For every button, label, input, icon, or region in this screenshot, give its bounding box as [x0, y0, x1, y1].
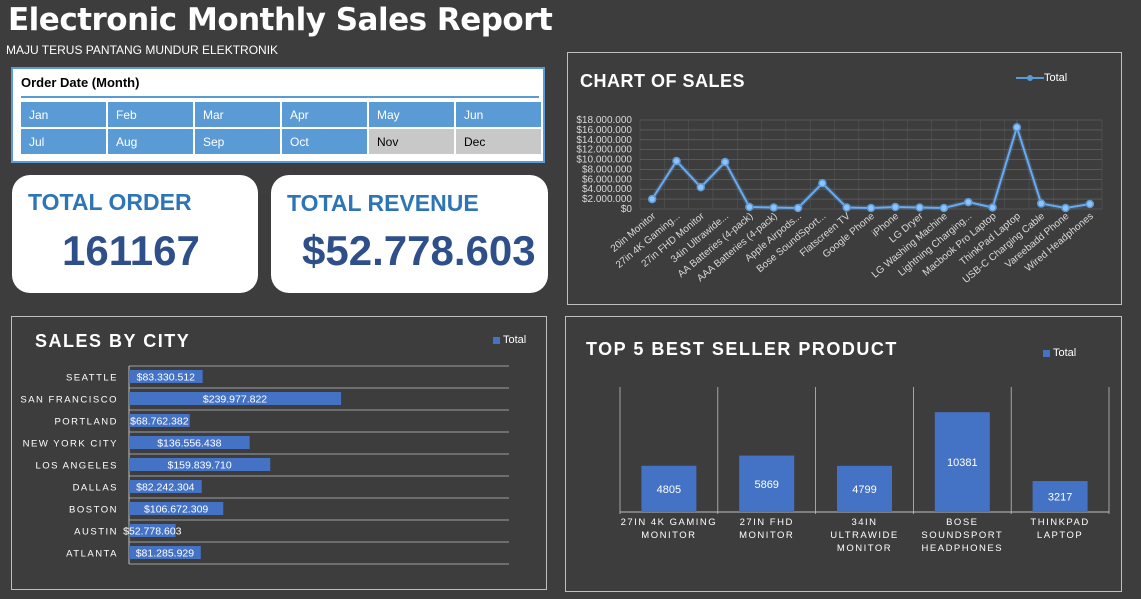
category-label: PORTLAND	[54, 417, 118, 428]
bar-value-label: $106.672.309	[144, 504, 208, 516]
month-button-oct[interactable]: Oct	[282, 129, 367, 154]
category-label: SAN FRANCISCO	[20, 395, 118, 406]
bar-value-label: $52.778.603	[123, 526, 182, 538]
y-tick-label: $8.000.000	[582, 164, 632, 175]
y-tick-label: $0	[621, 204, 633, 215]
y-tick-label: $6.000.000	[582, 174, 632, 185]
month-button-jan[interactable]: Jan	[21, 102, 106, 127]
category-label: 27IN FHD	[740, 517, 794, 528]
total-revenue-label: TOTAL REVENUE	[287, 190, 479, 216]
month-button-apr[interactable]: Apr	[282, 102, 367, 127]
y-tick-label: $12.000.000	[576, 145, 632, 156]
month-button-dec[interactable]: Dec	[456, 129, 541, 154]
category-label: HEADPHONES	[922, 543, 1004, 554]
y-tick-label: $16.000.000	[576, 125, 632, 136]
category-label: 27IN 4K GAMING	[621, 517, 718, 528]
data-point	[720, 157, 730, 167]
month-button-feb[interactable]: Feb	[108, 102, 193, 127]
category-label: LAPTOP	[1037, 530, 1083, 541]
category-label: THINKPAD	[1030, 517, 1089, 528]
category-label: 34IN	[851, 517, 877, 528]
month-button-jul[interactable]: Jul	[21, 129, 106, 154]
data-point	[672, 156, 681, 166]
bar-value-label: 10381	[947, 457, 978, 469]
total-order-card: TOTAL ORDER 161167	[12, 175, 258, 293]
data-point	[818, 179, 827, 188]
category-label: MONITOR	[739, 530, 794, 541]
slicer-month-grid: Jan Feb Mar Apr May Jun Jul Aug Sep Oct Nov Dec	[21, 102, 541, 154]
data-point	[1085, 199, 1095, 209]
month-slicer: Order Date (Month) Jan Feb Mar Apr May Jun Jul…	[11, 67, 545, 163]
bar-value-label: 5869	[754, 479, 778, 491]
data-point	[866, 203, 876, 213]
data-point	[1012, 123, 1022, 132]
category-label: MONITOR	[641, 530, 696, 541]
bar-value-label: 4799	[852, 484, 876, 496]
data-point	[988, 203, 997, 212]
month-button-aug[interactable]: Aug	[108, 129, 193, 154]
total-revenue-card: TOTAL REVENUE $52.778.603	[271, 175, 548, 293]
y-tick-label: $14.000.000	[576, 135, 632, 146]
chart-of-sales-panel: CHART OF SALES Total $0 $2.000.000 $4.000.…	[567, 52, 1122, 305]
city-chart-svg: $83.330.512 SEATTLE $239.977.822 SAN FRANCI…	[20, 365, 509, 565]
category-label: AUSTIN	[74, 527, 118, 538]
bar-value-label: 3217	[1048, 492, 1072, 504]
month-button-nov[interactable]: Nov	[369, 129, 454, 154]
data-point	[915, 203, 924, 212]
data-point	[793, 203, 803, 213]
category-label: BOSE	[946, 517, 978, 528]
data-point	[769, 203, 778, 212]
data-point	[647, 194, 657, 204]
bar-value-label: $136.556.438	[157, 438, 221, 450]
total-order-label: TOTAL ORDER	[28, 189, 192, 215]
month-button-sep[interactable]: Sep	[195, 129, 280, 154]
month-button-mar[interactable]: Mar	[195, 102, 280, 127]
bar-value-label: $83.330.512	[137, 372, 196, 384]
data-point	[745, 202, 754, 212]
y-tick-label: $2.000.000	[582, 194, 632, 205]
line-chart-svg: $0$2.000.000$4.000.000$6.000.000$8.000.0…	[576, 115, 1103, 286]
bar-value-label: 4805	[657, 484, 681, 496]
slicer-title: Order Date (Month)	[21, 75, 539, 98]
bar-value-label: $159.839.710	[168, 460, 232, 472]
data-point	[696, 182, 706, 192]
month-button-jun[interactable]: Jun	[456, 102, 541, 127]
y-tick-label: $4.000.000	[582, 184, 632, 195]
data-point	[842, 203, 851, 212]
y-tick-label: $18.000.000	[576, 115, 632, 126]
data-point	[939, 203, 949, 213]
category-label: BOSTON	[69, 505, 118, 516]
data-point	[964, 197, 973, 207]
category-label: MONITOR	[837, 543, 892, 554]
y-tick-label: $10.000.000	[576, 155, 632, 166]
bar-value-label: $68.762.382	[130, 416, 189, 428]
data-point	[1061, 203, 1070, 213]
top5-chart-svg: 4805 27IN 4K GAMING MONITOR 5869 27IN FHD MON…	[619, 387, 1110, 554]
report-subtitle: MAJU TERUS PANTANG MUNDUR ELEKTRONIK	[6, 43, 279, 57]
bar-value-label: $82.242.304	[136, 482, 195, 494]
bar-value-label: $239.977.822	[203, 394, 267, 406]
category-label: ATLANTA	[66, 549, 118, 560]
sales-by-city-panel: SALES BY CITY Total $83.330.512 SEATTLE $2…	[11, 316, 547, 590]
category-label: NEW YORK CITY	[23, 439, 118, 450]
data-point	[1036, 199, 1046, 208]
bar-value-label: $81.285.929	[136, 548, 195, 560]
category-label: SEATTLE	[66, 373, 118, 384]
data-point	[891, 202, 900, 212]
month-button-may[interactable]: May	[369, 102, 454, 127]
category-label: SOUNDSPORT	[921, 530, 1003, 541]
report-title: Electronic Monthly Sales Report	[8, 2, 553, 38]
top5-panel: TOP 5 BEST SELLER PRODUCT Total 4805 27IN…	[565, 316, 1122, 592]
total-order-value: 161167	[62, 227, 200, 274]
category-label: DALLAS	[73, 483, 118, 494]
total-revenue-value: $52.778.603	[302, 227, 536, 274]
category-label: ULTRAWIDE	[830, 530, 898, 541]
category-label: LOS ANGELES	[35, 461, 118, 472]
